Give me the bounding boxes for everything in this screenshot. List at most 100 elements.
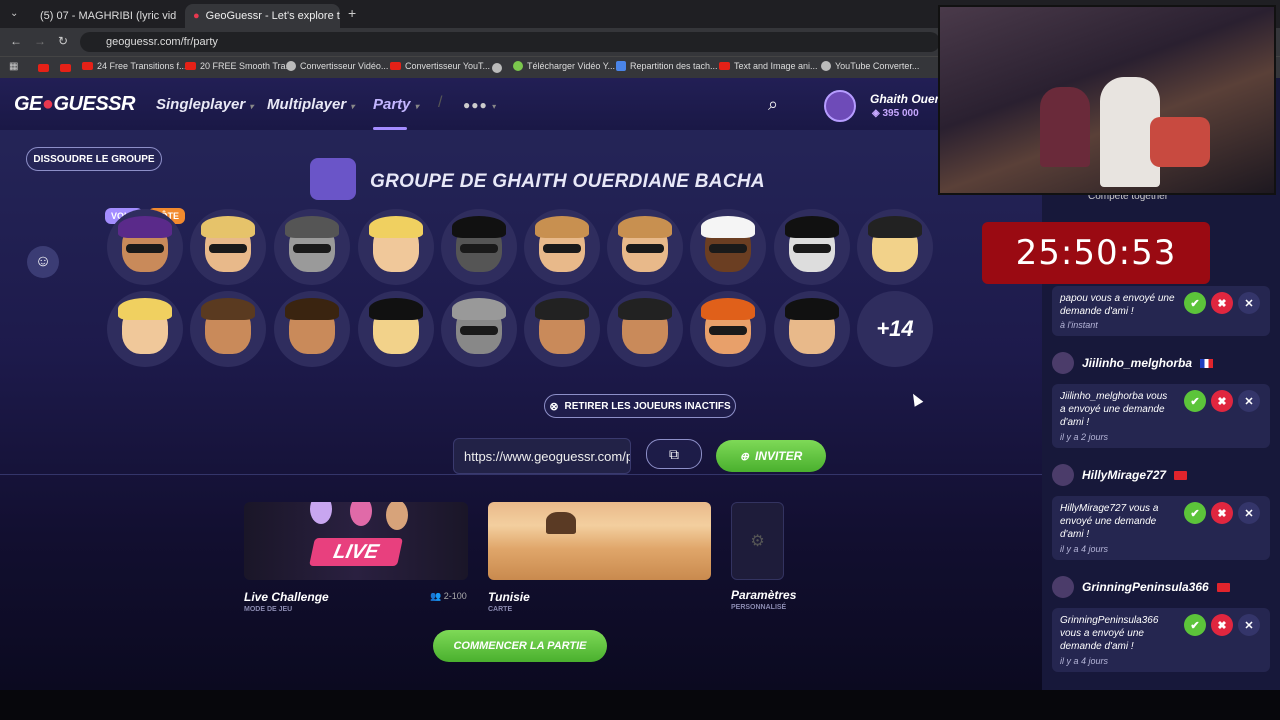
- youtube-icon: [719, 62, 730, 70]
- member-avatar[interactable]: [690, 291, 766, 367]
- search-icon[interactable]: ⌕: [768, 94, 778, 115]
- settings-card[interactable]: ⚙: [731, 502, 784, 580]
- site-header: GE●GUESSR Singleplayer ▾ Multiplayer ▾ P…: [0, 78, 1042, 130]
- member-avatar[interactable]: [274, 209, 350, 285]
- decline-button[interactable]: ✖: [1211, 292, 1233, 314]
- friend-header[interactable]: Jiilinho_melghorba: [1052, 351, 1214, 375]
- person-silhouette: [1150, 117, 1210, 167]
- more-menu-button[interactable]: ●●● ▾: [463, 98, 497, 112]
- bookmark-item[interactable]: Convertisseur YouT...: [390, 61, 490, 71]
- member-avatar[interactable]: [524, 209, 600, 285]
- youtube-icon[interactable]: [60, 64, 71, 72]
- gear-icon: ⚙: [750, 533, 765, 550]
- globe-icon: [821, 61, 831, 71]
- friend-header[interactable]: GrinningPeninsula366: [1052, 575, 1230, 599]
- copy-link-button[interactable]: ⧉: [646, 439, 702, 469]
- remove-inactive-button[interactable]: ⊗ RETIRER LES JOUEURS INACTIFS: [544, 394, 736, 418]
- notification-text: GrinningPeninsula366 vous a envoyé une d…: [1060, 615, 1159, 652]
- avatar-face: [618, 216, 672, 272]
- apps-grid-icon[interactable]: ▦: [9, 61, 18, 72]
- tab-geoguessr[interactable]: ● GeoGuessr - Let's explore the w: [185, 4, 340, 28]
- avatar-face: [785, 216, 839, 272]
- bookmark-item[interactable]: Repartition des tach...: [616, 61, 718, 71]
- nav-label: Singleplayer: [156, 96, 246, 113]
- user-name[interactable]: Ghaith Ouerc: [870, 92, 946, 106]
- tab-list-chevron-icon[interactable]: ⌄: [10, 8, 18, 19]
- bookmark-item[interactable]: YouTube Converter...: [821, 61, 919, 71]
- member-avatar[interactable]: [857, 209, 933, 285]
- member-avatar[interactable]: [774, 209, 850, 285]
- member-avatar[interactable]: [190, 209, 266, 285]
- friend-header[interactable]: HillyMirage727: [1052, 463, 1188, 487]
- decline-button[interactable]: ✖: [1211, 502, 1233, 524]
- avatar-hair: [701, 298, 755, 320]
- map-card[interactable]: [488, 502, 711, 580]
- dissolve-group-button[interactable]: DISSOUDRE LE GROUPE: [26, 147, 162, 171]
- notification-time: il y a 4 jours: [1060, 656, 1109, 666]
- emoji-reaction-button[interactable]: ☺: [27, 246, 59, 278]
- decline-button[interactable]: ✖: [1211, 614, 1233, 636]
- member-avatar[interactable]: [274, 291, 350, 367]
- bookmark-item[interactable]: Convertisseur Vidéo...: [286, 61, 388, 71]
- reload-icon[interactable]: ↻: [58, 34, 68, 48]
- accept-button[interactable]: ✔: [1184, 292, 1206, 314]
- member-avatar[interactable]: [107, 291, 183, 367]
- member-avatar[interactable]: [774, 291, 850, 367]
- notification-text: HillyMirage727 vous a envoyé une demande…: [1060, 503, 1159, 540]
- youtube-icon[interactable]: [38, 64, 49, 72]
- decline-button[interactable]: ✖: [1211, 390, 1233, 412]
- avatar-hair: [369, 216, 423, 238]
- globe-icon[interactable]: [492, 63, 502, 73]
- member-avatar[interactable]: [441, 209, 517, 285]
- close-icon[interactable]: ✕: [1238, 390, 1260, 412]
- nav-singleplayer[interactable]: Singleplayer ▾: [156, 96, 253, 113]
- bookmark-label: Convertisseur YouT...: [405, 61, 491, 71]
- geoguessr-logo[interactable]: GE●GUESSR: [14, 93, 135, 116]
- member-avatar[interactable]: [441, 291, 517, 367]
- close-icon[interactable]: ✕: [1238, 292, 1260, 314]
- bookmark-item[interactable]: 20 FREE Smooth Tra...: [185, 61, 293, 71]
- back-icon[interactable]: ←: [10, 34, 22, 48]
- invite-button[interactable]: ⊕ INVITER: [716, 440, 826, 472]
- avatar-hair: [618, 216, 672, 238]
- member-avatar[interactable]: [690, 209, 766, 285]
- start-game-button[interactable]: COMMENCER LA PARTIE: [433, 630, 607, 662]
- invite-link-field[interactable]: https://www.geoguessr.com/party: [453, 438, 631, 474]
- notification-time: il y a 2 jours: [1060, 432, 1109, 442]
- close-icon[interactable]: ✕: [1238, 502, 1260, 524]
- avatar-face: [868, 216, 922, 272]
- tab-youtube[interactable]: (5) 07 - MAGHRIBI (lyric vid: [26, 4, 182, 28]
- bookmark-item[interactable]: Text and Image ani...: [719, 61, 818, 71]
- avatar-hair: [452, 298, 506, 320]
- member-avatar[interactable]: [358, 291, 434, 367]
- bookmark-item[interactable]: Télécharger Vidéo Y...: [513, 61, 615, 71]
- avatar-hair: [785, 216, 839, 238]
- member-avatar[interactable]: [190, 291, 266, 367]
- member-avatar[interactable]: [358, 209, 434, 285]
- url-input[interactable]: geoguessr.com/fr/party: [80, 32, 940, 52]
- bookmark-item[interactable]: 24 Free Transitions f...: [82, 61, 187, 71]
- globe-icon: [286, 61, 296, 71]
- avatar-face: [118, 216, 172, 272]
- more-members-button[interactable]: +14: [857, 291, 933, 367]
- member-avatar[interactable]: [107, 209, 183, 285]
- nav-multiplayer[interactable]: Multiplayer ▾: [267, 96, 354, 113]
- flag-icon: [1216, 582, 1230, 592]
- sunglasses-icon: [209, 244, 247, 253]
- chevron-down-icon: ▾: [350, 102, 355, 111]
- accept-button[interactable]: ✔: [1184, 614, 1206, 636]
- accept-button[interactable]: ✔: [1184, 390, 1206, 412]
- close-icon[interactable]: ✕: [1238, 614, 1260, 636]
- map-subtitle: CARTE: [488, 606, 513, 613]
- game-mode-card[interactable]: LIVE: [244, 502, 468, 580]
- game-mode-subtitle: MODE DE JEU: [244, 606, 293, 613]
- member-avatar[interactable]: [607, 291, 683, 367]
- nav-party[interactable]: Party ▾: [373, 96, 419, 113]
- user-avatar[interactable]: [824, 90, 856, 122]
- accept-button[interactable]: ✔: [1184, 502, 1206, 524]
- group-title: GROUPE DE GHAITH OUERDIANE BACHA: [370, 171, 765, 192]
- member-avatar[interactable]: [607, 209, 683, 285]
- forward-icon[interactable]: →: [34, 34, 46, 48]
- new-tab-icon[interactable]: +: [348, 5, 356, 21]
- member-avatar[interactable]: [524, 291, 600, 367]
